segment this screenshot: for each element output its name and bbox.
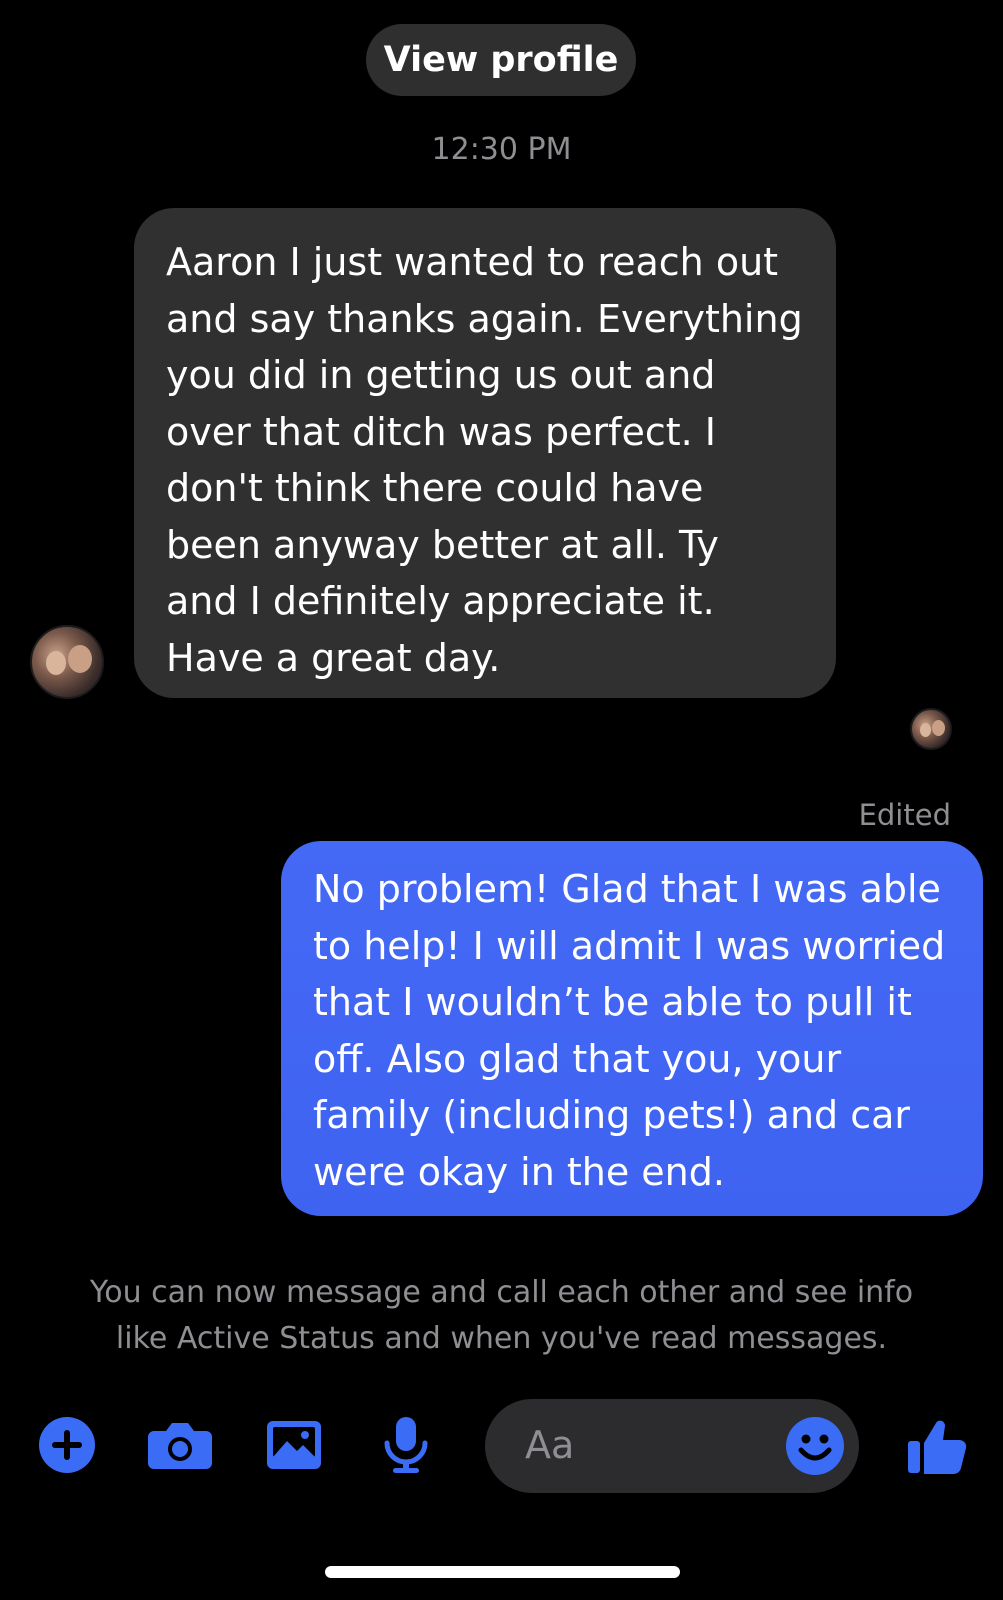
message-line: Aaron I just wanted to reach out xyxy=(166,240,779,284)
thumbs-up-icon[interactable] xyxy=(905,1413,969,1477)
message-line: don't think there could have xyxy=(166,466,704,510)
message-line: and say thanks again. Everything xyxy=(166,296,803,341)
message-composer: Aa xyxy=(0,1395,1003,1495)
message-line: over that ditch was perfect. I xyxy=(166,409,716,454)
edited-label: Edited xyxy=(858,798,951,832)
system-notice-line: You can now message and call each other … xyxy=(89,1275,914,1310)
message-line: been anyway better at all. Ty xyxy=(166,522,719,567)
message-line: to help! I will admit I was worried xyxy=(313,923,946,968)
camera-icon[interactable] xyxy=(148,1413,212,1477)
view-profile-button[interactable]: View profile xyxy=(366,24,636,96)
image-icon[interactable] xyxy=(262,1413,326,1477)
message-timestamp: 12:30 PM xyxy=(431,132,572,167)
plus-icon[interactable] xyxy=(35,1413,99,1477)
message-input-placeholder: Aa xyxy=(525,1423,575,1467)
contact-avatar[interactable] xyxy=(30,625,104,699)
emoji-icon[interactable] xyxy=(785,1416,845,1476)
read-receipt-avatar xyxy=(910,708,952,750)
message-line: No problem! Glad that I was able xyxy=(313,867,941,911)
message-line: and I definitely appreciate it. xyxy=(166,579,715,623)
message-line: family (including pets!) and car xyxy=(313,1093,911,1137)
message-input[interactable]: Aa xyxy=(485,1399,859,1493)
system-notice: You can now message and call each other … xyxy=(40,1270,963,1362)
microphone-icon[interactable] xyxy=(374,1413,438,1477)
incoming-message-bubble[interactable]: Aaron I just wanted to reach out and say… xyxy=(134,208,836,698)
message-line: Have a great day. xyxy=(166,635,501,680)
message-line: off. Also glad that you, your xyxy=(313,1036,842,1081)
message-line: you did in getting us out and xyxy=(166,353,716,397)
system-notice-line: like Active Status and when you've read … xyxy=(115,1321,888,1356)
message-line: that I wouldn’t be able to pull it xyxy=(313,980,912,1024)
outgoing-message-bubble[interactable]: No problem! Glad that I was able to help… xyxy=(281,841,983,1216)
message-line: were okay in the end. xyxy=(313,1149,725,1194)
home-indicator[interactable] xyxy=(325,1566,680,1578)
